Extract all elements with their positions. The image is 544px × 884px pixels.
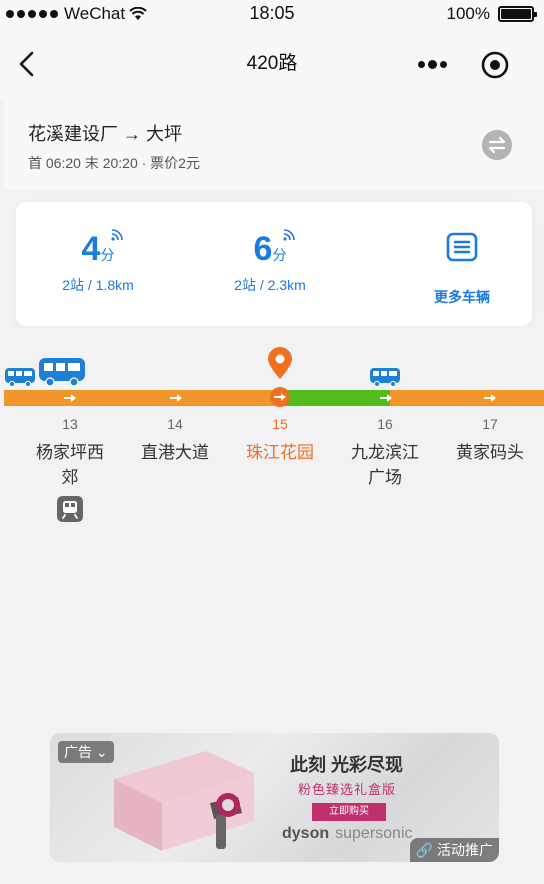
stop-item[interactable]: 16 九龙滨江广场: [340, 416, 430, 490]
stop-name: 黄家码头: [456, 443, 524, 462]
ad-tag-label: 广告: [64, 744, 92, 760]
stop-item[interactable]: 17 黄家码头: [445, 416, 535, 465]
eta-unit: 分: [100, 247, 115, 263]
route-direction: 花溪建设厂 → 大坪: [28, 124, 183, 144]
stop-number: 17: [482, 416, 498, 432]
ad-headline: 此刻 光彩尽现: [290, 755, 404, 775]
ad-brand: dyson supersonic: [282, 825, 413, 843]
stop-item-current[interactable]: 15 珠江花园: [235, 416, 325, 465]
close-miniprogram-button[interactable]: [480, 50, 510, 80]
stop-name: 珠江花园: [246, 443, 314, 462]
bus-icon: [5, 368, 35, 388]
stop-name: 直港大道: [141, 443, 209, 462]
bus-icon: [39, 358, 85, 387]
brand-sub: supersonic: [335, 825, 413, 842]
more-vehicles-label: 更多车辆: [434, 289, 490, 305]
eta-minutes: 6: [253, 230, 273, 268]
direction-arrow-icon: [170, 394, 182, 402]
gift-box-image: [114, 751, 254, 851]
swap-direction-button[interactable]: [482, 130, 512, 160]
route-track-congested: [390, 390, 544, 406]
ad-promo-label: 🔗 活动推广: [409, 838, 499, 862]
stop-item[interactable]: 13 杨家坪西郊: [25, 416, 115, 527]
stop-name: 九龙滨江广场: [351, 443, 419, 487]
direction-arrow-icon: [484, 394, 496, 402]
stop-name: 杨家坪西郊: [36, 443, 104, 487]
eta-item[interactable]: 6分 2站 / 2.3km: [190, 229, 350, 295]
eta-minutes: 4: [81, 230, 101, 268]
ad-tag[interactable]: 广告 ⌄: [58, 741, 114, 763]
realtime-icon: [283, 229, 295, 241]
list-icon: [446, 232, 478, 262]
metro-icon[interactable]: [57, 496, 83, 522]
arrival-card: 4分 2站 / 1.8km 6分 2站 / 2.3km 更多车辆: [16, 202, 532, 334]
realtime-icon: [111, 229, 123, 241]
eta-item[interactable]: 4分 2站 / 1.8km: [18, 229, 178, 295]
stop-number: 13: [62, 416, 78, 432]
bus-icon: [370, 368, 400, 388]
status-bar: WeChat 18:05 100%: [0, 0, 544, 28]
brand-name: dyson: [282, 825, 330, 842]
route-times: 首 06:20 末 20:20 · 票价2元: [28, 155, 200, 171]
ad-buy-button[interactable]: 立即购买: [312, 803, 386, 821]
current-stop-marker: [270, 387, 290, 407]
stop-item[interactable]: 14 直港大道: [130, 416, 220, 465]
more-menu-button[interactable]: [412, 52, 452, 76]
ad-banner[interactable]: 广告 ⌄ 此刻 光彩尽现 粉色臻选礼盒版 立即购买 dyson supersoni…: [50, 733, 499, 862]
eta-detail: 2站 / 1.8km: [62, 277, 134, 293]
location-pin-icon: [268, 347, 292, 379]
direction-arrow-icon: [380, 394, 392, 402]
chevron-down-icon: ⌄: [95, 744, 108, 760]
route-track-passed: [4, 390, 280, 406]
ad-promo-text: 活动推广: [437, 842, 493, 858]
link-icon: 🔗: [415, 842, 434, 858]
page-title: 420路: [246, 53, 298, 74]
route-header: 花溪建设厂 → 大坪 首 06:20 末 20:20 · 票价2元: [4, 100, 544, 190]
stop-number: 14: [167, 416, 183, 432]
eta-unit: 分: [272, 247, 287, 263]
route-track-clear: [280, 390, 390, 406]
battery-icon: [498, 6, 537, 22]
battery-percent: 100%: [446, 4, 490, 23]
stop-number: 15: [272, 416, 288, 432]
more-vehicles-button[interactable]: 更多车辆: [402, 232, 522, 307]
line-diagram: 13 杨家坪西郊 14 直港大道 15 珠江花园 16 九龙滨江广场 17 黄家…: [4, 326, 544, 726]
direction-arrow-icon: [64, 394, 76, 402]
nav-bar: 420路: [0, 28, 544, 100]
ad-subline: 粉色臻选礼盒版: [298, 782, 397, 797]
stop-number: 16: [377, 416, 393, 432]
eta-detail: 2站 / 2.3km: [234, 277, 306, 293]
